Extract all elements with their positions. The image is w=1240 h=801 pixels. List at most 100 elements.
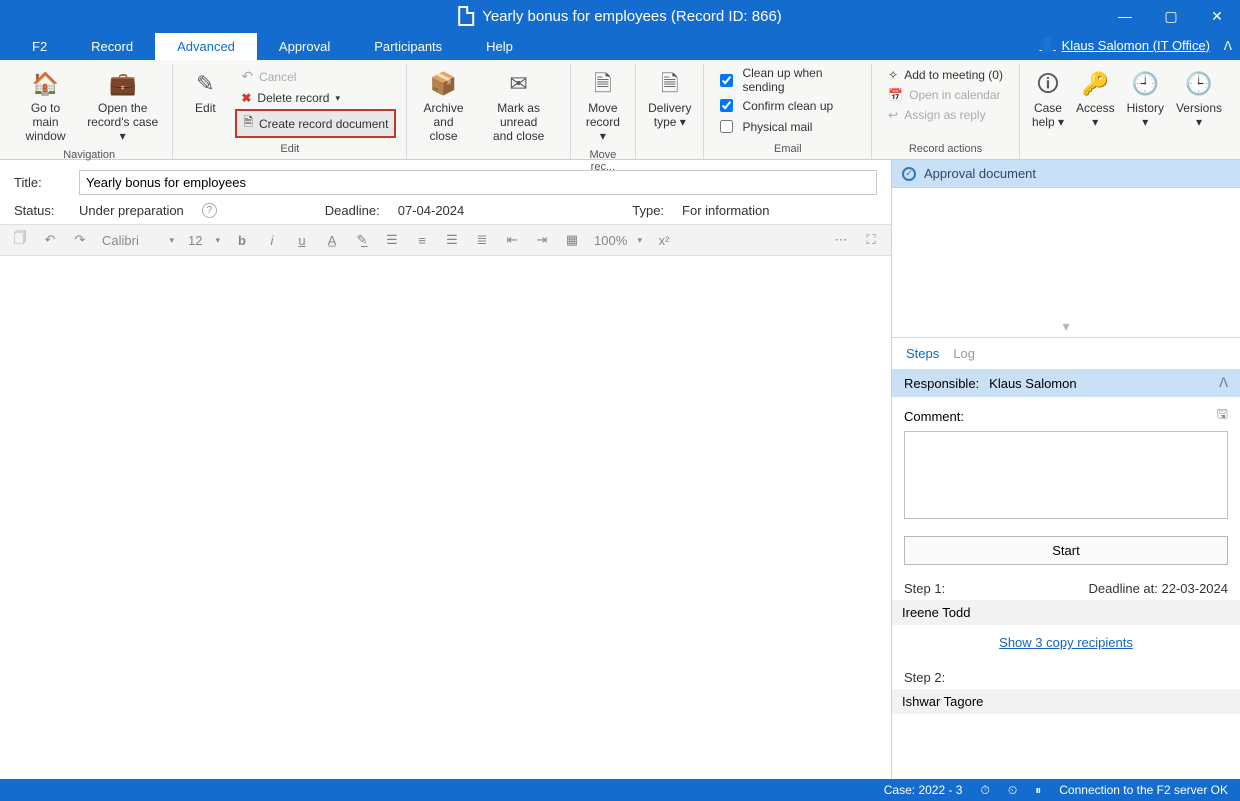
archive-close-label: Archive and close (419, 102, 467, 143)
font-color-button[interactable]: A̲ (320, 228, 344, 252)
start-button[interactable]: Start (904, 536, 1228, 565)
versions-label: Versions (1176, 101, 1222, 115)
assign-as-reply-button: ↩ Assign as reply (882, 106, 1009, 124)
go-main-window-label: Go to main window (18, 102, 73, 143)
ribbon-group-navigation: 🏠 Go to main window 💼 Open the record's … (6, 64, 173, 159)
attach-icon[interactable]: 🗍 (8, 228, 32, 252)
step1-label: Step 1: (904, 581, 945, 596)
outdent-button[interactable]: ⇤ (500, 228, 524, 252)
step1-assignee: Ireene Todd (892, 600, 1240, 625)
indent-button[interactable]: ⇥ (530, 228, 554, 252)
tab-log[interactable]: Log (953, 346, 975, 361)
show-copy-recipients-link[interactable]: Show 3 copy recipients (999, 635, 1133, 650)
maximize-button[interactable]: ▢ (1148, 0, 1194, 32)
editor-canvas[interactable] (0, 256, 891, 779)
archive-close-button[interactable]: 📦 Archive and close (413, 64, 473, 147)
versions-button[interactable]: 🕒Versions▾ (1170, 64, 1228, 141)
zoom-select[interactable]: 100%▾ (590, 233, 646, 248)
highlight-button[interactable]: ✎̲ (350, 228, 374, 252)
comment-label: Comment: (904, 409, 964, 424)
add-to-meeting-button[interactable]: ✧ Add to meeting (0) (882, 66, 1009, 84)
align-center-button[interactable]: ≡ (410, 228, 434, 252)
tab-approval[interactable]: Approval (257, 33, 352, 60)
cancel-label: Cancel (259, 70, 296, 84)
align-left-button[interactable]: ☰ (380, 228, 404, 252)
star-people-icon: ✧ (888, 68, 898, 82)
bold-button[interactable]: b (230, 228, 254, 252)
collapse-ribbon-button[interactable]: ᐱ (1224, 39, 1232, 53)
minimize-button[interactable]: — (1102, 0, 1148, 32)
ribbon-group-edit-label: Edit (179, 141, 400, 159)
more-button[interactable]: ⋯ (829, 228, 853, 252)
assign-as-reply-label: Assign as reply (904, 108, 985, 122)
zoom-value: 100% (594, 233, 627, 248)
reply-icon: ↩ (888, 108, 898, 122)
delivery-type-button[interactable]: 🗎 Delivery type ▾ (642, 64, 697, 141)
user-icon: 👤 (1039, 37, 1055, 53)
open-records-case-button[interactable]: 💼 Open the record's case ▾ (79, 64, 166, 147)
confirm-cleanup-checkbox[interactable]: Confirm clean up (716, 96, 859, 115)
responsible-name: Klaus Salomon (989, 376, 1076, 391)
fontsize-select[interactable]: 12▾ (184, 233, 224, 248)
comment-textarea[interactable] (904, 431, 1228, 519)
expand-editor-button[interactable]: ⛶ (859, 228, 883, 252)
pause-icon: ⏸ (1035, 783, 1041, 798)
edit-button[interactable]: ✎ Edit (179, 64, 231, 141)
fontsize-value: 12 (188, 233, 202, 248)
responsible-bar: Responsible: Klaus Salomon ᐱ (892, 369, 1240, 397)
superscript-button[interactable]: x² (652, 228, 676, 252)
approval-tabs: Steps Log (892, 338, 1240, 369)
history-button[interactable]: 🕘History▾ (1121, 64, 1170, 141)
add-to-meeting-label: Add to meeting (0) (904, 68, 1003, 82)
status-connection: Connection to the F2 server OK (1059, 783, 1228, 797)
redo-button[interactable]: ↷ (68, 228, 92, 252)
close-button[interactable]: ✕ (1194, 0, 1240, 32)
right-pane: ✓ Approval document ▾ Steps Log Responsi… (892, 160, 1240, 779)
collapse-responsible-button[interactable]: ᐱ (1219, 375, 1228, 391)
cleanup-sending-checkbox[interactable]: Clean up when sending (716, 66, 859, 94)
step1-deadline: Deadline at: 22-03-2024 (1089, 581, 1229, 596)
deadline-value: 07-04-2024 (398, 203, 465, 218)
tab-f2[interactable]: F2 (10, 33, 69, 60)
tab-steps[interactable]: Steps (906, 346, 939, 361)
underline-button[interactable]: u (290, 228, 314, 252)
tab-help[interactable]: Help (464, 33, 535, 60)
chevron-down-icon: ▾ (335, 93, 340, 104)
edit-label: Edit (195, 102, 216, 116)
insert-table-button[interactable]: ▦ (560, 228, 584, 252)
italic-button[interactable]: i (260, 228, 284, 252)
step2-assignee: Ishwar Tagore (892, 689, 1240, 714)
list-button[interactable]: ≣ (470, 228, 494, 252)
collapse-arrow-icon[interactable]: ▾ (1062, 318, 1069, 335)
step2-label: Step 2: (904, 670, 945, 685)
page-arrow-icon: 🗎 (587, 68, 619, 100)
create-record-document-button[interactable]: 🗎 Create record document (235, 109, 396, 138)
font-select[interactable]: Calibri▾ (98, 233, 178, 248)
open-in-calendar-button: 📅Open in calendar (882, 86, 1009, 104)
title-input[interactable] (79, 170, 877, 195)
ribbon-group-record-actions-label: Record actions (878, 141, 1013, 159)
access-button[interactable]: 🔑Access▾ (1070, 64, 1121, 141)
status-case: Case: 2022 - 3 (884, 783, 963, 797)
user-link[interactable]: 👤 Klaus Salomon (IT Office) (1039, 37, 1210, 53)
tab-participants[interactable]: Participants (352, 33, 464, 60)
approval-document-row[interactable]: ✓ Approval document (892, 160, 1240, 188)
stopwatch-icon: ⏲ (1008, 783, 1017, 798)
mark-unread-close-button[interactable]: ✉ Mark as unread and close (474, 64, 564, 147)
type-label: Type: (632, 203, 664, 218)
tab-advanced[interactable]: Advanced (155, 33, 257, 60)
delete-record-button[interactable]: ✖ Delete record ▾ (235, 89, 396, 107)
new-document-icon: 🗎 (243, 113, 253, 134)
history-label: History (1127, 101, 1164, 115)
ribbon-group-close: 📦 Archive and close ✉ Mark as unread and… (407, 64, 570, 159)
ribbon-group-move: 🗎 Move record ▾ Move rec... (571, 64, 636, 159)
move-record-button[interactable]: 🗎 Move record ▾ (577, 64, 629, 147)
align-right-button[interactable]: ☰ (440, 228, 464, 252)
physical-mail-checkbox[interactable]: Physical mail (716, 117, 859, 136)
undo-button[interactable]: ↶ (38, 228, 62, 252)
case-help-button[interactable]: 🛈Case help ▾ (1026, 64, 1070, 141)
tab-record[interactable]: Record (69, 33, 155, 60)
help-icon[interactable]: ? (202, 203, 217, 218)
save-comment-icon[interactable]: 🖫 (1217, 405, 1228, 427)
go-main-window-button[interactable]: 🏠 Go to main window (12, 64, 79, 147)
